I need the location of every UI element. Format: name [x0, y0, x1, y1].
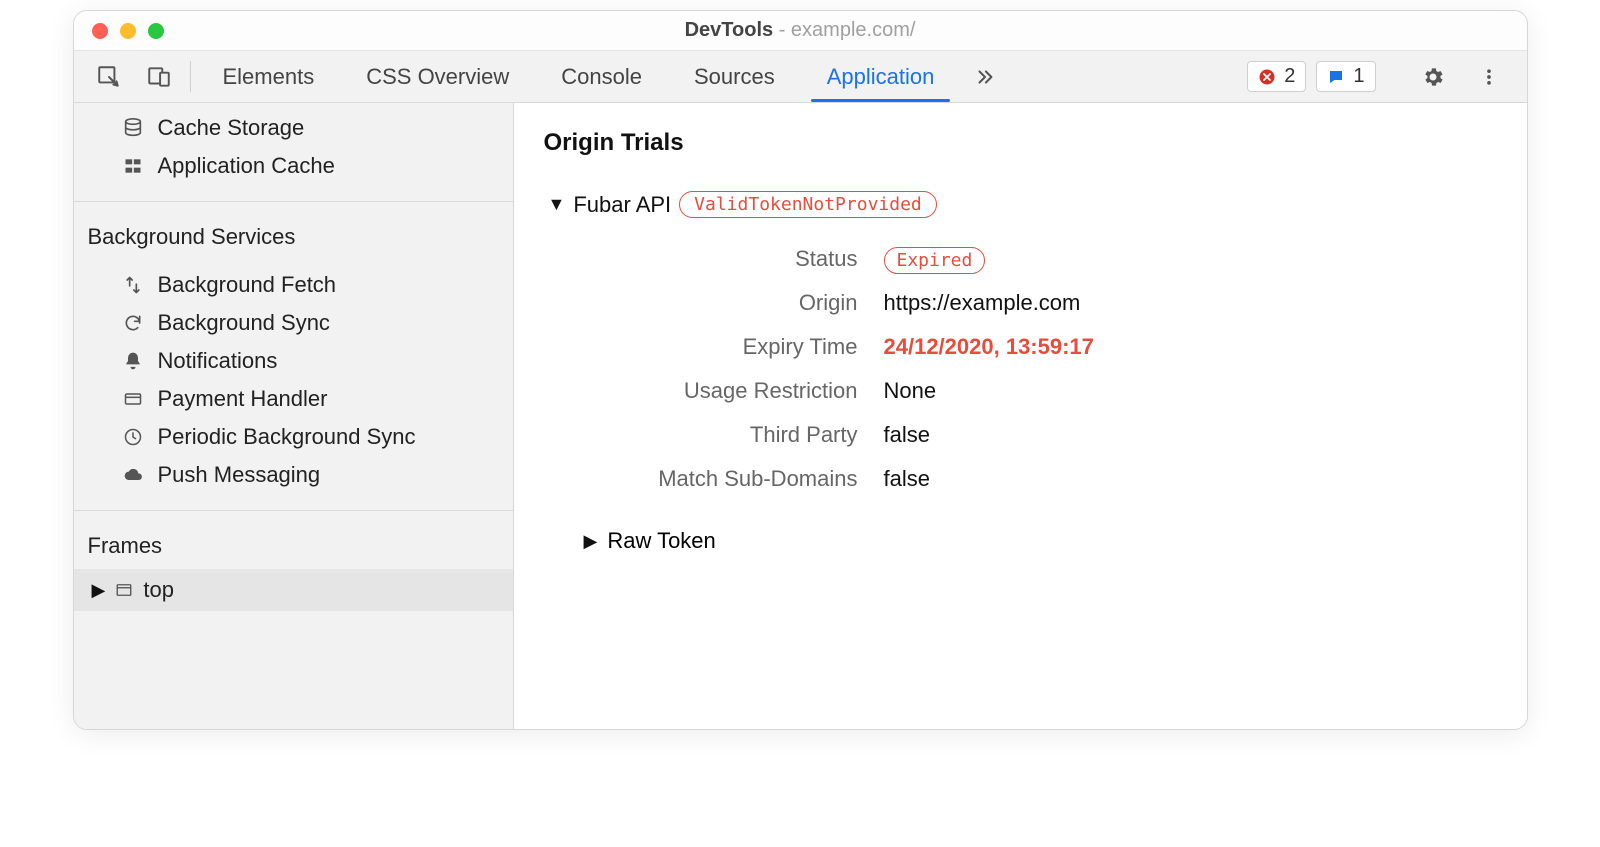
minimize-window-button[interactable]	[120, 23, 136, 39]
label-match-sub-domains: Match Sub-Domains	[624, 466, 884, 492]
issues-icon	[1327, 68, 1345, 86]
raw-token-label: Raw Token	[607, 528, 715, 554]
sidebar-item-notifications[interactable]: Notifications	[74, 342, 513, 380]
sidebar-item-application-cache[interactable]: Application Cache	[74, 147, 513, 185]
label-third-party: Third Party	[624, 422, 884, 448]
tab-console[interactable]: Console	[535, 51, 668, 102]
close-window-button[interactable]	[92, 23, 108, 39]
value-expiry-time: 24/12/2020, 13:59:17	[884, 334, 1094, 360]
sidebar-item-label: Push Messaging	[158, 462, 321, 488]
tab-css-overview[interactable]: CSS Overview	[340, 51, 535, 102]
trial-name: Fubar API	[573, 192, 671, 218]
sidebar-heading-background-services: Background Services	[74, 214, 513, 260]
inspect-element-button[interactable]	[84, 51, 134, 102]
clock-icon	[120, 427, 146, 447]
section-heading-origin-trials: Origin Trials	[544, 129, 1497, 157]
window-title-doc: - example.com/	[773, 19, 915, 41]
sidebar-item-label: Cache Storage	[158, 115, 305, 141]
sidebar-item-label: Notifications	[158, 348, 278, 374]
disclosure-triangle-right-icon: ▶	[584, 531, 598, 552]
status-value-pill: Expired	[884, 247, 986, 274]
sidebar-heading-frames: Frames	[74, 523, 513, 569]
issues-badge[interactable]: 1	[1316, 61, 1375, 92]
toolbar-separator	[190, 61, 191, 92]
label-usage-restriction: Usage Restriction	[624, 378, 884, 404]
zoom-window-button[interactable]	[148, 23, 164, 39]
sidebar-item-periodic-background-sync[interactable]: Periodic Background Sync	[74, 418, 513, 456]
grid-icon	[120, 156, 146, 176]
errors-badge[interactable]: 2	[1247, 61, 1306, 92]
window-title: DevTools - example.com/	[685, 19, 916, 42]
error-icon	[1258, 68, 1276, 86]
window-title-app: DevTools	[685, 19, 774, 41]
more-menu-button[interactable]	[1467, 65, 1511, 89]
tab-sources[interactable]: Sources	[668, 51, 801, 102]
value-third-party: false	[884, 422, 930, 448]
devices-icon	[146, 64, 172, 90]
value-usage-restriction: None	[884, 378, 937, 404]
sidebar-item-label: Background Fetch	[158, 272, 337, 298]
device-toolbar-button[interactable]	[134, 51, 184, 102]
bell-icon	[120, 351, 146, 371]
sidebar-item-background-sync[interactable]: Background Sync	[74, 304, 513, 342]
tab-application[interactable]: Application	[801, 51, 961, 102]
chevron-double-right-icon	[974, 66, 996, 88]
sidebar-item-payment-handler[interactable]: Payment Handler	[74, 380, 513, 418]
disclosure-triangle-right-icon: ▶	[92, 580, 106, 601]
value-origin: https://example.com	[884, 290, 1081, 316]
sidebar-item-label: Application Cache	[158, 153, 335, 179]
trial-row[interactable]: ▼ Fubar API ValidTokenNotProvided	[548, 191, 1497, 218]
devtools-window: DevTools - example.com/ Elements CSS Ove…	[73, 10, 1528, 730]
fetch-icon	[120, 275, 146, 295]
gear-icon	[1421, 65, 1445, 89]
panel-body: Cache Storage Application Cache Backgrou…	[74, 103, 1527, 729]
sidebar-item-label: Background Sync	[158, 310, 330, 336]
raw-token-row[interactable]: ▶ Raw Token	[584, 528, 1497, 554]
label-status: Status	[624, 246, 884, 272]
inspect-icon	[96, 64, 122, 90]
more-tabs-button[interactable]	[960, 51, 1010, 102]
sidebar-item-cache-storage[interactable]: Cache Storage	[74, 109, 513, 147]
panel-tabs: Elements CSS Overview Console Sources Ap…	[197, 51, 1248, 102]
trial-status-pill: ValidTokenNotProvided	[679, 191, 937, 218]
sync-icon	[120, 313, 146, 333]
database-icon	[120, 117, 146, 139]
trial-details: Status Expired Origin https://example.co…	[624, 246, 1497, 492]
sidebar-item-label: Payment Handler	[158, 386, 328, 412]
disclosure-triangle-down-icon: ▼	[548, 194, 566, 215]
frame-top-label: top	[143, 577, 174, 603]
card-icon	[120, 389, 146, 409]
tab-elements[interactable]: Elements	[197, 51, 341, 102]
sidebar-divider-2	[74, 510, 513, 511]
cache-group: Cache Storage Application Cache	[74, 103, 513, 195]
sidebar-item-label: Periodic Background Sync	[158, 424, 416, 450]
window-icon	[113, 581, 135, 599]
value-match-sub-domains: false	[884, 466, 930, 492]
traffic-lights	[74, 23, 164, 39]
application-sidebar: Cache Storage Application Cache Backgrou…	[74, 103, 514, 729]
background-services-group: Background Fetch Background Sync Notific…	[74, 260, 513, 504]
issues-count: 1	[1353, 65, 1364, 88]
sidebar-item-push-messaging[interactable]: Push Messaging	[74, 456, 513, 494]
cloud-icon	[120, 465, 146, 485]
toolbar: Elements CSS Overview Console Sources Ap…	[74, 51, 1527, 103]
titlebar: DevTools - example.com/	[74, 11, 1527, 51]
sidebar-divider	[74, 201, 513, 202]
frame-top-row[interactable]: ▶ top	[74, 569, 513, 611]
main-panel: Origin Trials ▼ Fubar API ValidTokenNotP…	[514, 103, 1527, 729]
toolbar-right: 2 1	[1247, 51, 1516, 102]
errors-count: 2	[1284, 65, 1295, 88]
sidebar-item-background-fetch[interactable]: Background Fetch	[74, 266, 513, 304]
label-origin: Origin	[624, 290, 884, 316]
kebab-icon	[1479, 65, 1499, 89]
settings-button[interactable]	[1409, 65, 1457, 89]
label-expiry-time: Expiry Time	[624, 334, 884, 360]
